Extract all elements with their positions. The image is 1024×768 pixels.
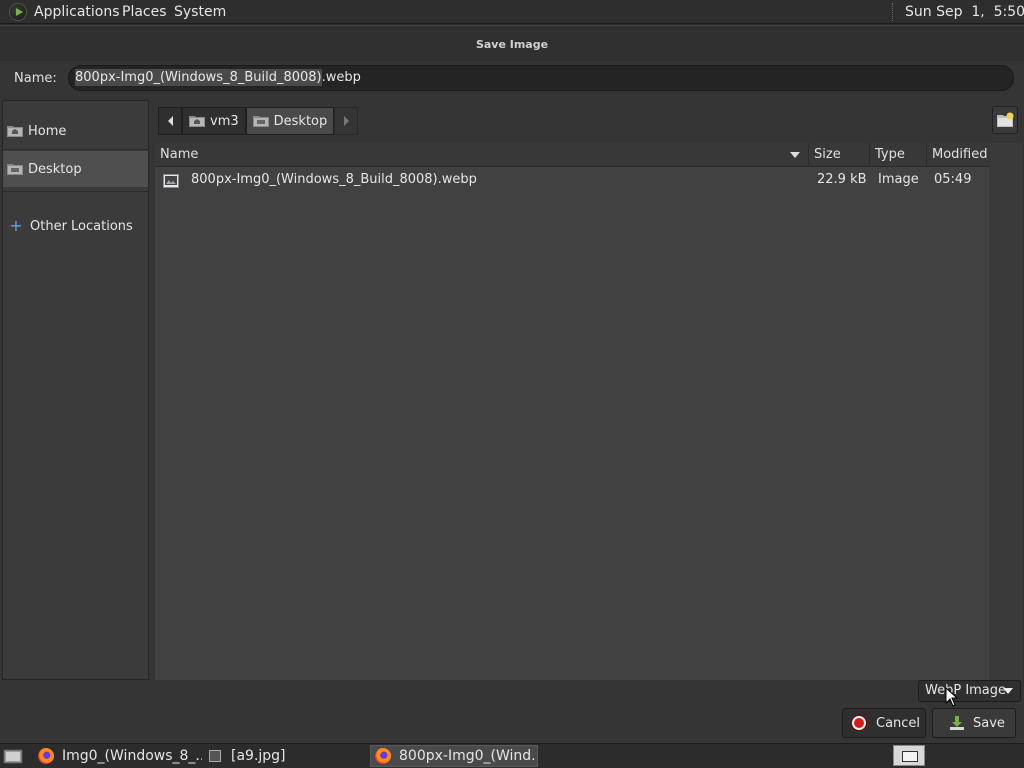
download-icon xyxy=(949,715,965,731)
file-modified-cell: 05:49 xyxy=(934,172,972,187)
filename-extension: .webp xyxy=(321,70,361,85)
path-segment-label: Desktop xyxy=(273,113,328,129)
column-header-label: Name xyxy=(160,147,199,162)
path-scroll-left-button[interactable] xyxy=(158,107,182,135)
file-type-cell: Image xyxy=(878,172,919,187)
taskbar-task-image-viewer[interactable]: [a9.jpg] xyxy=(205,745,365,767)
taskbar-task-firefox-img0[interactable]: Img0_(Windows_8_... xyxy=(34,745,202,767)
top-panel: Applications Places System Sun Sep 1, 5:… xyxy=(0,0,1024,24)
show-desktop-icon[interactable] xyxy=(3,747,23,765)
chevron-down-icon xyxy=(1003,688,1013,694)
taskbar-task-firefox-800px[interactable]: 800px-Img0_(Wind... xyxy=(370,745,538,767)
chevron-right-icon xyxy=(343,116,349,126)
cancel-button[interactable]: Cancel xyxy=(842,708,926,738)
chevron-left-icon xyxy=(167,116,173,126)
path-segment-vm3[interactable]: vm3 xyxy=(182,107,246,135)
mouse-cursor-icon xyxy=(945,687,959,707)
sidebar-item-other-locations[interactable]: + Other Locations xyxy=(3,208,148,244)
file-list[interactable]: Name Size Type Modified 800px-Img0_(Wind… xyxy=(155,143,989,680)
sidebar-divider xyxy=(3,149,148,150)
save-button[interactable]: Save xyxy=(932,708,1016,738)
menu-system[interactable]: System xyxy=(174,0,226,24)
sidebar-item-label: Other Locations xyxy=(30,218,133,234)
create-folder-button[interactable] xyxy=(992,106,1018,134)
sidebar-item-desktop[interactable]: Desktop xyxy=(3,151,148,187)
filename-selected-text: 800px-Img0_(Windows_8_Build_8008) xyxy=(75,69,322,86)
file-list-header: Name Size Type Modified xyxy=(155,143,989,167)
path-segment-label: vm3 xyxy=(210,113,239,129)
task-label: 800px-Img0_(Wind... xyxy=(399,748,538,764)
image-viewer-icon xyxy=(209,750,221,762)
dialog-title: Save Image xyxy=(0,25,1024,61)
file-size-cell: 22.9 kB xyxy=(817,172,867,187)
sidebar-item-label: Desktop xyxy=(28,161,82,177)
filter-selected-label: WebP Image xyxy=(925,683,1007,698)
folder-home-icon xyxy=(189,115,205,127)
panel-separator xyxy=(892,3,894,21)
sidebar-item-label: Home xyxy=(28,123,67,139)
firefox-icon xyxy=(38,748,54,764)
new-folder-icon xyxy=(997,112,1014,127)
file-list-gutter xyxy=(989,143,1022,680)
workspace-switcher[interactable] xyxy=(893,745,925,766)
column-header-modified[interactable]: Modified xyxy=(926,143,989,167)
path-bar: vm3 Desktop xyxy=(158,107,359,135)
cancel-button-label: Cancel xyxy=(876,715,921,731)
task-label: Img0_(Windows_8_... xyxy=(62,748,202,764)
sort-descending-icon xyxy=(790,152,800,158)
column-header-type[interactable]: Type xyxy=(869,143,926,167)
folder-icon xyxy=(7,163,23,175)
table-row[interactable]: 800px-Img0_(Windows_8_Build_8008).webp 2… xyxy=(155,167,989,193)
path-scroll-right-button[interactable] xyxy=(334,107,359,135)
firefox-icon xyxy=(375,748,391,764)
path-segment-desktop[interactable]: Desktop xyxy=(245,107,335,135)
menu-places[interactable]: Places xyxy=(122,0,167,24)
cancel-icon xyxy=(852,716,866,730)
sidebar-divider xyxy=(3,191,148,192)
sidebar-item-home[interactable]: Home xyxy=(3,113,148,149)
folder-home-icon xyxy=(7,125,23,137)
image-file-icon xyxy=(163,172,179,188)
menu-applications[interactable]: Applications xyxy=(34,0,120,24)
save-button-label: Save xyxy=(973,715,1005,731)
file-type-filter-dropdown[interactable]: WebP Image xyxy=(918,680,1021,702)
plus-icon: + xyxy=(9,216,23,235)
file-name-cell: 800px-Img0_(Windows_8_Build_8008).webp xyxy=(191,172,477,187)
filename-input[interactable]: 800px-Img0_(Windows_8_Build_8008).webp xyxy=(68,65,1014,91)
name-label: Name: xyxy=(14,71,57,86)
places-sidebar: Home Desktop + Other Locations xyxy=(2,100,149,680)
save-image-dialog: Save Image Name: 800px-Img0_(Windows_8_B… xyxy=(0,25,1024,743)
folder-icon xyxy=(252,115,269,127)
applications-logo-icon[interactable] xyxy=(9,3,27,21)
column-header-size[interactable]: Size xyxy=(808,143,869,167)
task-label: [a9.jpg] xyxy=(231,748,286,764)
panel-clock[interactable]: Sun Sep 1, 5:50 AM xyxy=(905,0,1024,24)
column-header-name[interactable]: Name xyxy=(155,143,808,167)
